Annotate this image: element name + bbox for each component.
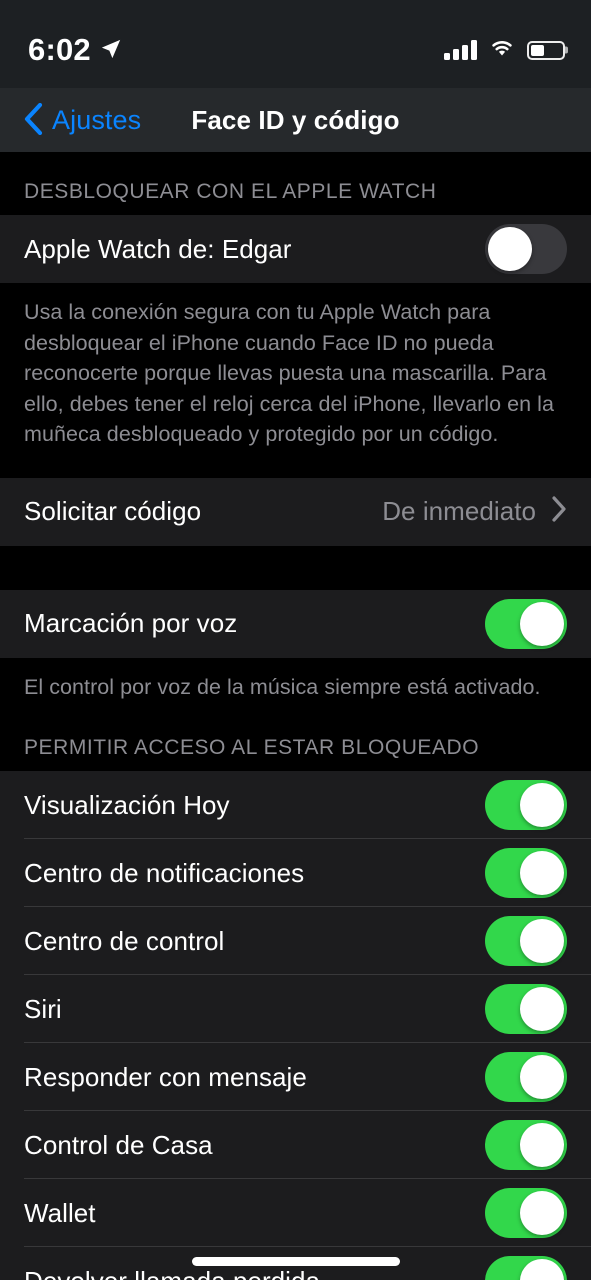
navigation-bar: Ajustes Face ID y código (0, 88, 591, 152)
cellular-signal-icon (444, 40, 477, 60)
row-label: Devolver llamada perdida (24, 1266, 485, 1280)
section-group-passcode-request: Solicitar código De inmediato (0, 477, 591, 546)
row-label: Wallet (24, 1197, 96, 1228)
home-indicator[interactable] (191, 1257, 400, 1266)
iphone-screen: 6:02 Ajustes Face ID y código DESBLOQUEA… (0, 0, 591, 1280)
row-centro-de-control[interactable]: Centro de control (0, 907, 591, 976)
status-bar-left: 6:02 (28, 32, 122, 68)
status-bar-clock: 6:02 (28, 32, 91, 67)
toggle-visualizacion-hoy[interactable] (485, 780, 567, 831)
row-label: Centro de notificaciones (24, 857, 305, 888)
section-group-lock-access: Visualización Hoy Centro de notificacion… (0, 771, 591, 1280)
row-label: Visualización Hoy (24, 789, 230, 820)
row-value-solicitar-codigo: De inmediato (382, 496, 536, 527)
toggle-apple-watch-edgar[interactable] (485, 224, 567, 274)
row-siri[interactable]: Siri (0, 975, 591, 1044)
chevron-left-icon (24, 102, 43, 138)
toggle-siri[interactable] (485, 984, 567, 1035)
row-responder-con-mensaje[interactable]: Responder con mensaje (0, 1043, 591, 1112)
section-header-apple-watch: DESBLOQUEAR CON EL APPLE WATCH (24, 180, 437, 203)
toggle-centro-de-notificaciones[interactable] (485, 848, 567, 899)
section-group-apple-watch: Apple Watch de: Edgar (0, 215, 591, 283)
row-label: Centro de control (24, 925, 225, 956)
row-wallet[interactable]: Wallet (0, 1179, 591, 1248)
row-centro-de-notificaciones[interactable]: Centro de notificaciones (0, 839, 591, 908)
row-label: Solicitar código (24, 496, 202, 527)
section-footer-voice-dial: El control por voz de la música siempre … (24, 674, 541, 699)
section-footer-apple-watch: Usa la conexión segura con tu Apple Watc… (24, 300, 555, 447)
settings-list[interactable]: DESBLOQUEAR CON EL APPLE WATCH Apple Wat… (0, 152, 591, 1280)
status-bar-right (444, 38, 565, 63)
toggle-responder-con-mensaje[interactable] (485, 1052, 567, 1103)
row-label: Apple Watch de: Edgar (24, 233, 292, 264)
row-apple-watch-edgar[interactable]: Apple Watch de: Edgar (0, 215, 591, 283)
toggle-wallet[interactable] (485, 1188, 567, 1239)
row-marcacion-por-voz[interactable]: Marcación por voz (0, 589, 591, 658)
battery-icon (527, 40, 565, 60)
location-arrow-icon (100, 38, 122, 65)
row-label: Marcación por voz (24, 608, 238, 639)
wifi-icon (489, 38, 515, 63)
section-group-voice-dial: Marcación por voz (0, 589, 591, 658)
row-label: Responder con mensaje (24, 1061, 307, 1092)
row-visualizacion-hoy[interactable]: Visualización Hoy (0, 771, 591, 840)
section-header-lock-access: PERMITIR ACCESO AL ESTAR BLOQUEADO (24, 736, 480, 760)
row-solicitar-codigo[interactable]: Solicitar código De inmediato (0, 477, 591, 546)
chevron-right-icon (552, 496, 567, 527)
row-control-de-casa[interactable]: Control de Casa (0, 1111, 591, 1180)
row-label: Control de Casa (24, 1129, 213, 1160)
toggle-control-de-casa[interactable] (485, 1120, 567, 1171)
row-label: Siri (24, 993, 62, 1024)
toggle-centro-de-control[interactable] (485, 916, 567, 967)
toggle-marcacion-por-voz[interactable] (485, 598, 567, 649)
toggle-devolver-llamada-perdida[interactable] (485, 1256, 567, 1280)
status-bar: 6:02 (0, 0, 591, 88)
back-button[interactable]: Ajustes (18, 99, 147, 142)
back-button-label: Ajustes (52, 104, 142, 135)
